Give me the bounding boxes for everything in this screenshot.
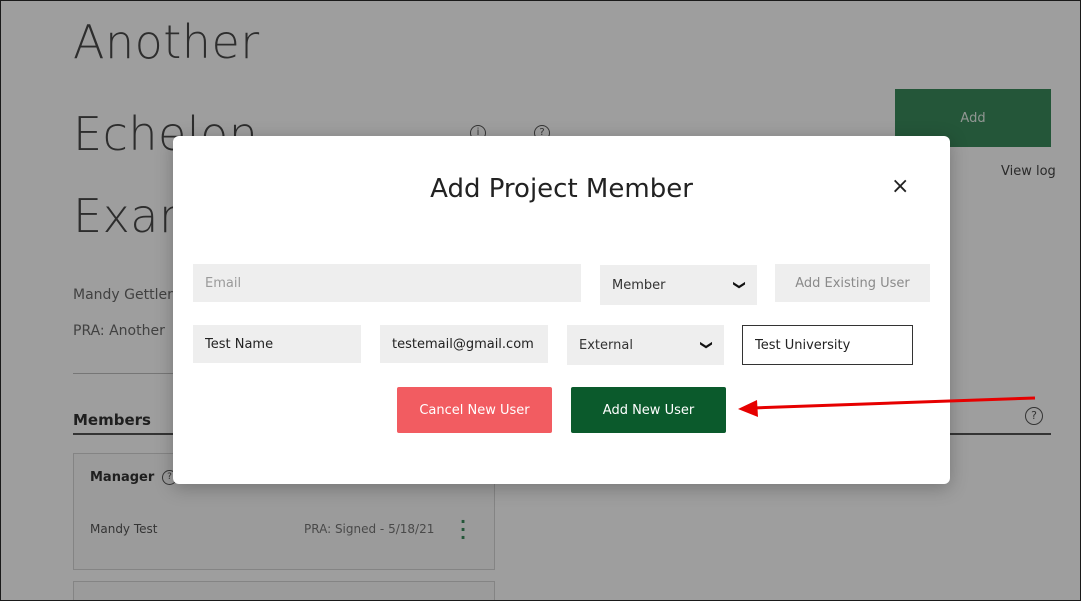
email-field[interactable] bbox=[193, 264, 581, 302]
new-user-email-field[interactable] bbox=[380, 325, 548, 363]
chevron-down-icon: ❯ bbox=[699, 339, 714, 351]
add-existing-user-button[interactable]: Add Existing User bbox=[775, 264, 930, 302]
affiliation-select-value: External bbox=[579, 337, 633, 353]
close-icon[interactable]: × bbox=[891, 174, 909, 199]
chevron-down-icon: ❯ bbox=[732, 279, 747, 291]
role-select[interactable]: Member ❯ bbox=[600, 265, 757, 305]
cancel-new-user-button[interactable]: Cancel New User bbox=[397, 387, 552, 433]
add-new-user-button[interactable]: Add New User bbox=[571, 387, 726, 433]
role-select-value: Member bbox=[612, 277, 666, 293]
name-field[interactable] bbox=[193, 325, 361, 363]
affiliation-select[interactable]: External ❯ bbox=[567, 325, 724, 365]
dialog-title: Add Project Member bbox=[430, 174, 693, 204]
app-frame: Another Echelon Exan i ? Add View log Ma… bbox=[0, 0, 1081, 601]
institution-field[interactable] bbox=[742, 325, 913, 365]
add-project-member-dialog: Add Project Member × Member ❯ Add Existi… bbox=[173, 136, 950, 484]
